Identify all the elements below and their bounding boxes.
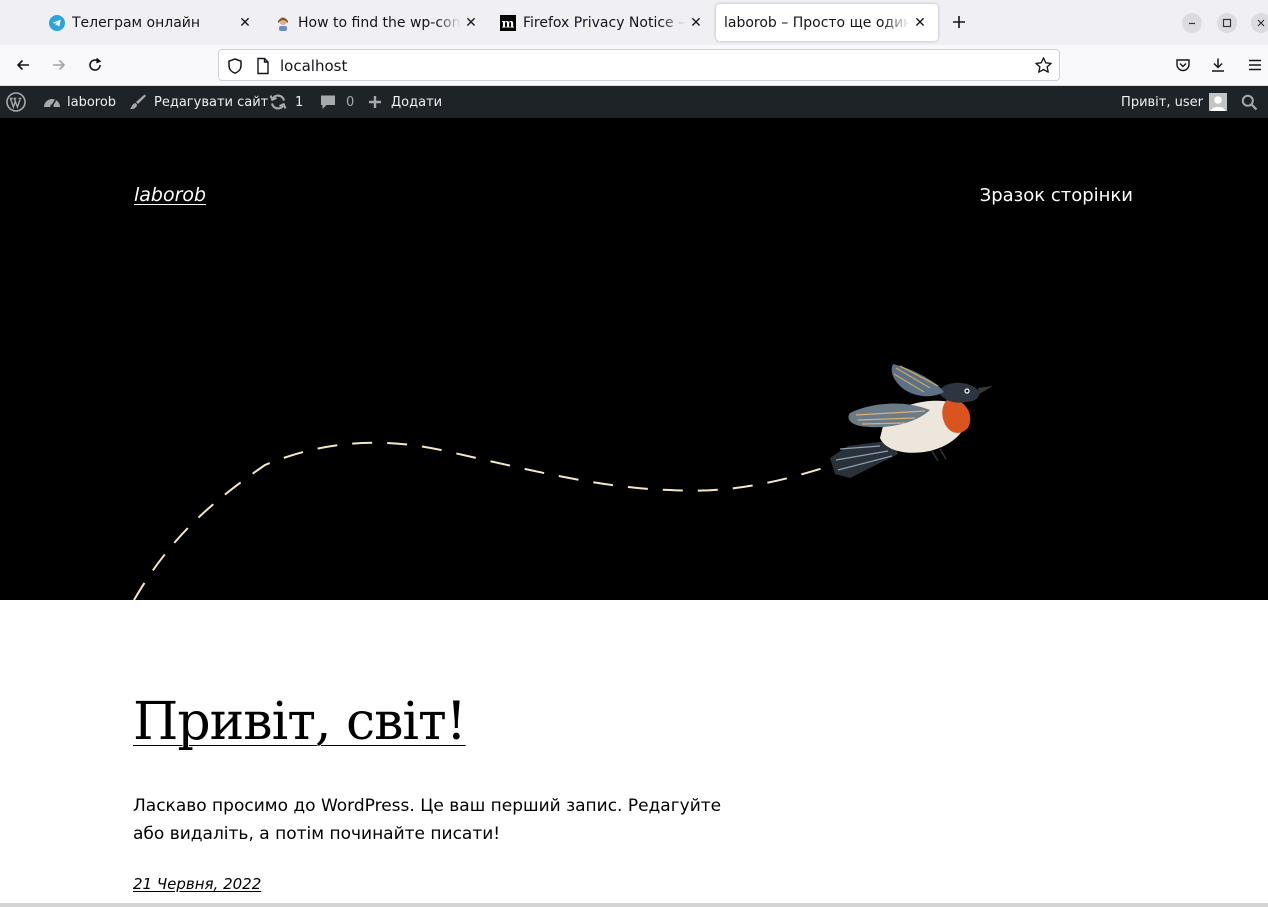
- post-date-link[interactable]: 21 Червня, 2022: [133, 875, 261, 893]
- back-button[interactable]: [12, 54, 34, 76]
- site-name-menu[interactable]: laborob: [43, 86, 116, 118]
- nav-link-sample-page[interactable]: Зразок сторінки: [980, 185, 1133, 206]
- download-icon: [1212, 58, 1224, 72]
- page-bottom-edge: [0, 903, 1268, 907]
- edit-site-label: Редагувати сайт: [154, 94, 269, 110]
- minimize-icon: [1189, 22, 1195, 25]
- brush-icon: [130, 94, 146, 110]
- menu-button[interactable]: [1244, 54, 1266, 76]
- shield-icon[interactable]: [226, 57, 244, 75]
- pocket-icon: [1176, 59, 1190, 72]
- site-title-link[interactable]: laborob: [134, 184, 206, 206]
- tab-title: Firefox Privacy Notice —: [523, 14, 686, 31]
- tab-title: How to find the wp-confi: [298, 14, 461, 31]
- post-title-link[interactable]: Привіт, світ!: [133, 688, 467, 756]
- comments-link[interactable]: 0: [319, 86, 354, 118]
- site-name-label: laborob: [67, 94, 117, 110]
- svg-text:m: m: [502, 16, 515, 30]
- search-icon: [1241, 94, 1258, 110]
- tab-wp-config[interactable]: How to find the wp-confi ✕: [267, 4, 489, 41]
- browser-tab-bar: Телеграм онлайн ✕ How to find the wp-con…: [0, 0, 1268, 45]
- dashed-flight-path: [133, 441, 831, 600]
- tab-firefox-privacy[interactable]: m Firefox Privacy Notice — ✕: [492, 4, 714, 41]
- user-avatar-icon: [275, 15, 291, 31]
- address-bar[interactable]: localhost: [218, 49, 1060, 81]
- close-tab-icon[interactable]: ✕: [235, 15, 255, 31]
- comment-bubble-icon: [321, 95, 335, 109]
- close-tab-icon[interactable]: ✕: [686, 15, 706, 31]
- plus-icon: [953, 16, 965, 28]
- comments-count: 0: [346, 94, 355, 110]
- wordpress-logo-icon: [6, 92, 26, 112]
- search-button[interactable]: [1241, 86, 1258, 118]
- close-tab-icon[interactable]: ✕: [461, 15, 481, 31]
- tab-title: laborob – Просто ще один с: [724, 14, 910, 31]
- downloads-button[interactable]: [1207, 54, 1229, 76]
- my-account-menu[interactable]: Привіт, user: [1121, 86, 1227, 118]
- plus-icon: [369, 96, 381, 108]
- site-header-hero: laborob Зразок сторінки: [0, 118, 1268, 600]
- pocket-button[interactable]: [1172, 54, 1194, 76]
- close-window-button[interactable]: [1251, 13, 1268, 33]
- mozilla-m-icon: m: [500, 14, 516, 31]
- tab-telegram[interactable]: Телеграм онлайн ✕: [41, 4, 263, 41]
- maximize-button[interactable]: [1217, 13, 1237, 33]
- forward-button[interactable]: [48, 54, 70, 76]
- telegram-icon: [49, 14, 65, 31]
- add-new-menu[interactable]: Додати: [368, 86, 442, 118]
- updates-icon: [269, 94, 287, 110]
- page-icon[interactable]: [255, 57, 271, 75]
- wp-logo-menu[interactable]: [6, 86, 26, 118]
- reload-icon: [89, 57, 102, 71]
- dashboard-gauge-icon: [44, 99, 60, 108]
- updates-link[interactable]: 1: [269, 86, 303, 118]
- tab-title: Телеграм онлайн: [72, 14, 201, 31]
- close-tab-icon[interactable]: ✕: [910, 15, 930, 31]
- avatar: [1209, 93, 1227, 111]
- greeting-label: Привіт, user: [1121, 94, 1203, 110]
- wp-admin-bar: laborob Редагувати сайт 1 0 Додати Приві…: [0, 86, 1268, 118]
- new-tab-button[interactable]: [948, 11, 970, 33]
- hamburger-menu-icon: [1249, 59, 1261, 71]
- tab-laborob[interactable]: laborob – Просто ще один с ✕: [716, 4, 938, 41]
- bookmark-star-icon[interactable]: [1034, 56, 1053, 75]
- updates-count: 1: [295, 94, 304, 110]
- back-arrow-icon: [16, 59, 29, 71]
- edit-site-link[interactable]: Редагувати сайт: [129, 86, 268, 118]
- add-new-label: Додати: [391, 94, 443, 110]
- bird-illustration: [830, 364, 993, 478]
- user-silhouette-icon: [1209, 93, 1227, 111]
- post-excerpt: Ласкаво просимо до WordPress. Це ваш пер…: [133, 796, 722, 844]
- navigation-toolbar: localhost: [0, 45, 1268, 86]
- reload-button[interactable]: [84, 54, 106, 76]
- maximize-icon: [1222, 18, 1232, 28]
- forward-arrow-icon: [53, 59, 66, 71]
- url-text[interactable]: localhost: [280, 57, 347, 75]
- minimize-button[interactable]: [1182, 13, 1202, 33]
- close-icon: [1257, 19, 1265, 27]
